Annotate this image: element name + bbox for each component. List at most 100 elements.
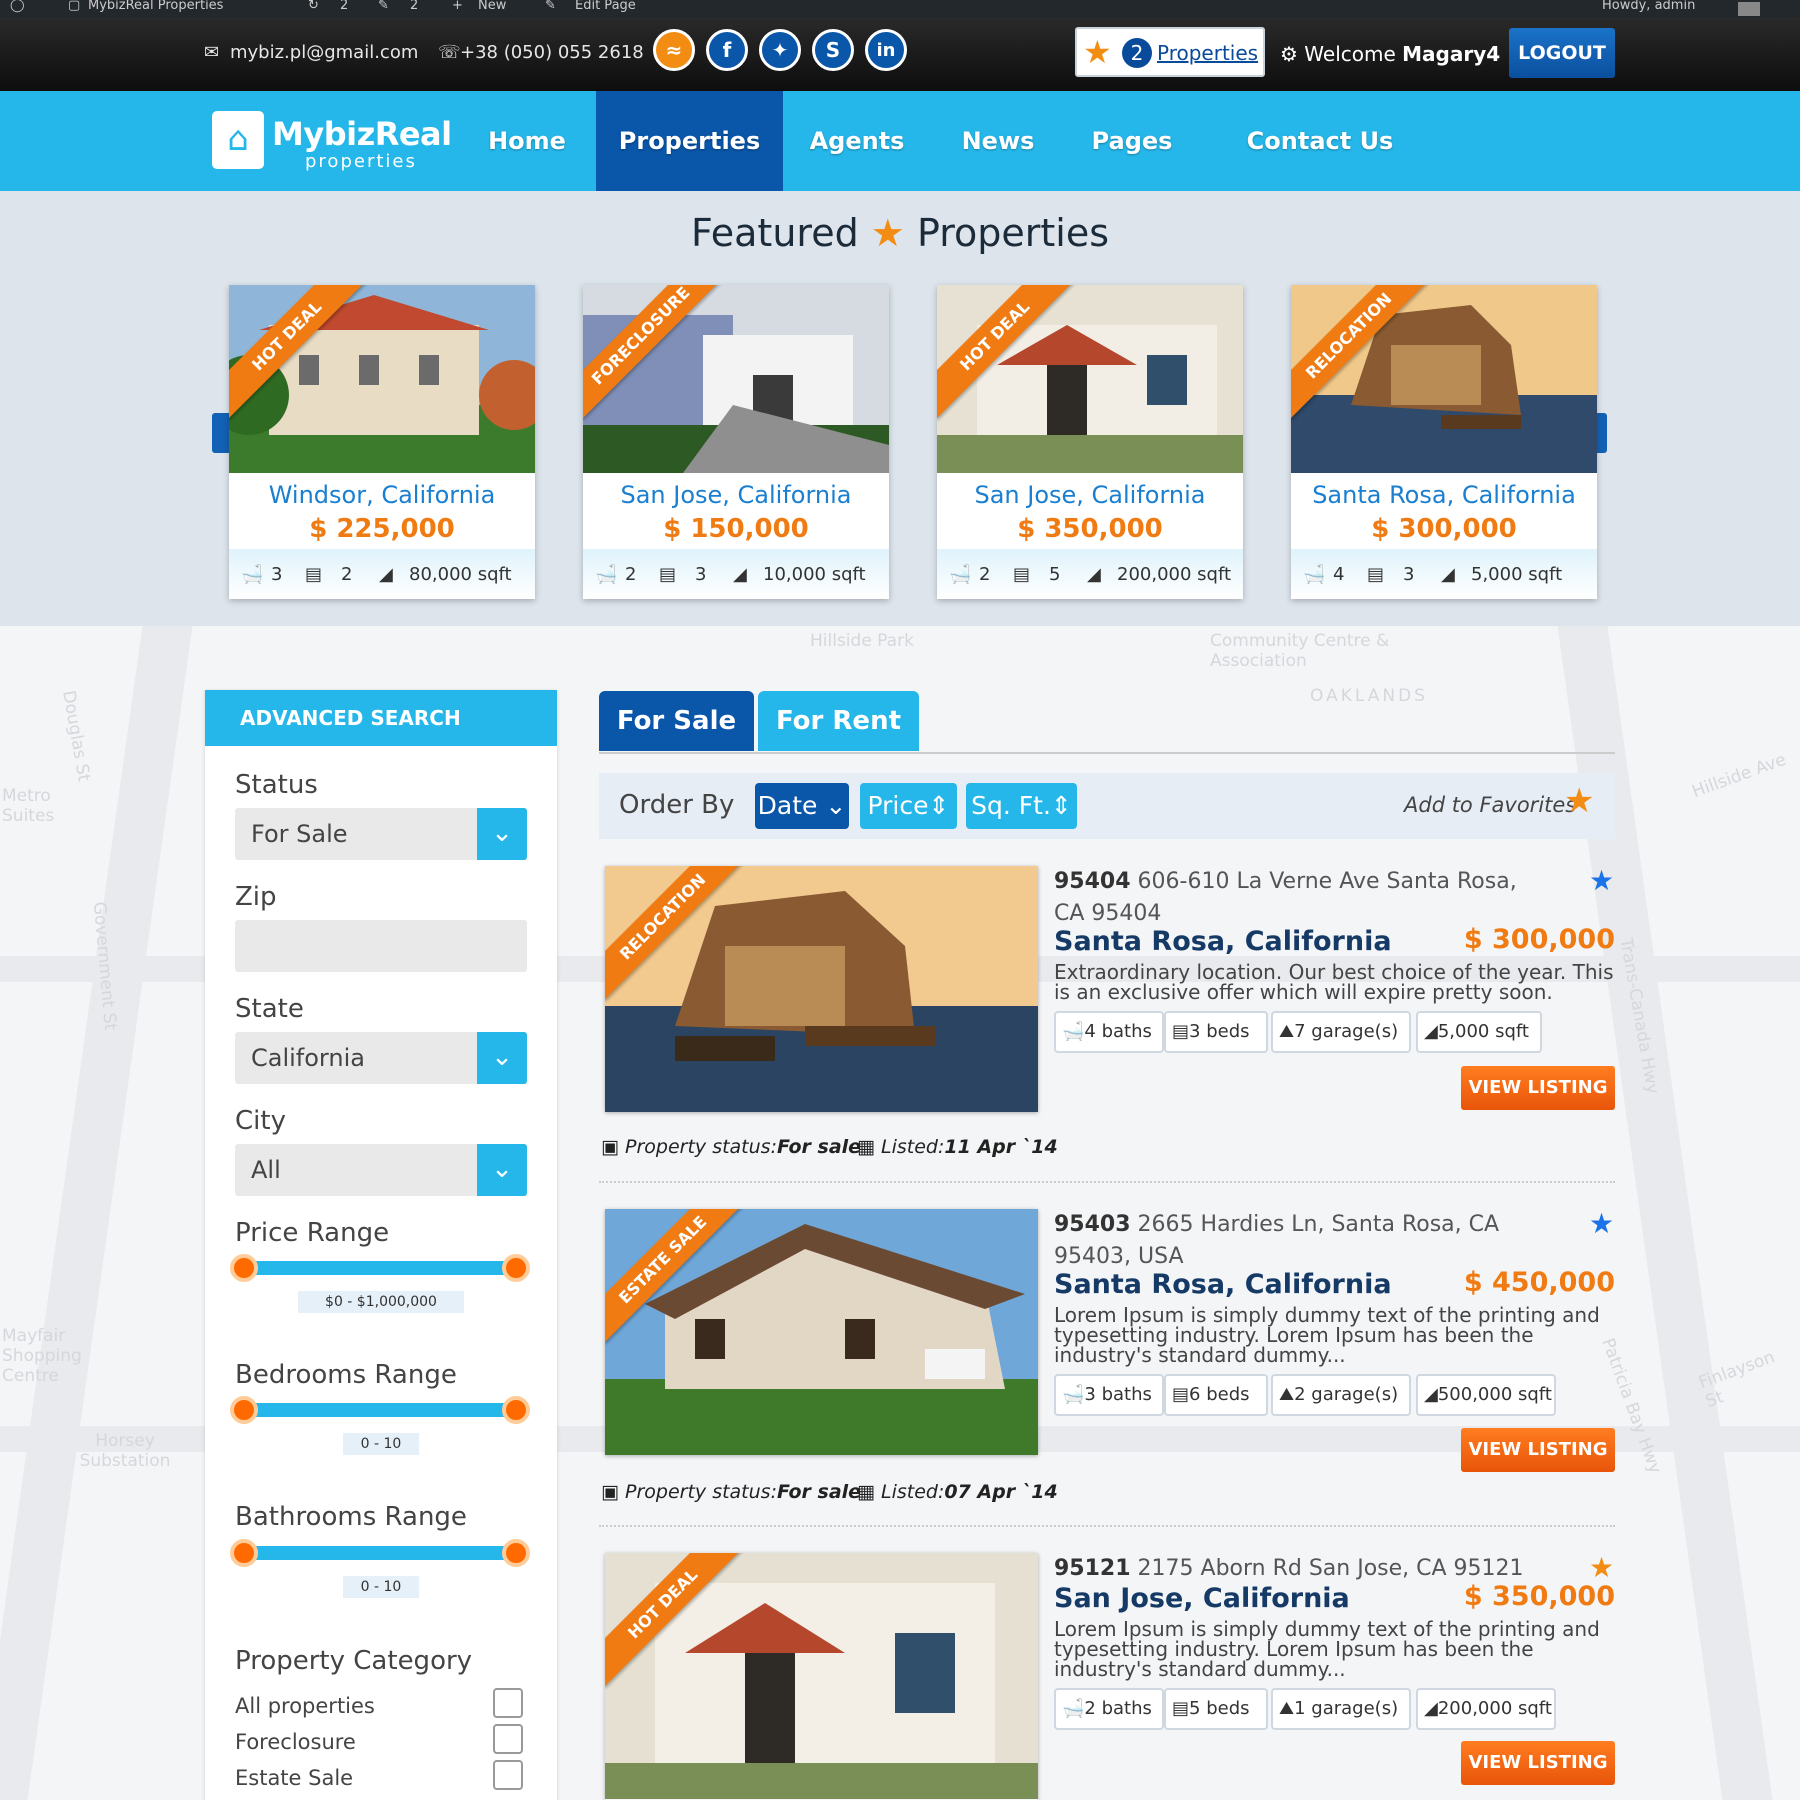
listing-city[interactable]: Santa Rosa, California (1054, 926, 1392, 957)
add-to-favorites[interactable]: Add to Favorites ★ (1404, 781, 1594, 821)
linkedin-icon[interactable]: in (865, 29, 907, 71)
nav-pages[interactable]: Pages (1082, 91, 1182, 191)
favorite-star-icon[interactable]: ★ (1589, 864, 1614, 897)
card-city[interactable]: Santa Rosa, California (1291, 481, 1597, 509)
category-checkbox[interactable] (493, 1688, 523, 1718)
category-checkbox[interactable] (493, 1760, 523, 1790)
baths-value: 4 baths (1084, 1021, 1152, 1042)
admin-howdy[interactable]: Howdy, admin (1602, 0, 1695, 13)
feature-garages: ⛰7 garage(s) (1271, 1011, 1411, 1053)
bookmark-icon: ▣ (601, 1136, 619, 1158)
card-city[interactable]: San Jose, California (583, 481, 889, 509)
gear-icon[interactable]: ⚙ (1280, 42, 1298, 66)
status-select[interactable]: For Sale ⌄ (235, 808, 527, 860)
tab-for-rent[interactable]: For Rent (758, 691, 919, 751)
site-logo[interactable]: ⌂ MybizReal properties (210, 109, 452, 179)
listing-separator (599, 1525, 1615, 1527)
facebook-icon[interactable]: f (706, 29, 748, 71)
slider-min-handle[interactable] (230, 1539, 258, 1567)
city-label: City (235, 1106, 286, 1136)
price-range-slider[interactable] (230, 1254, 530, 1282)
property-photo[interactable]: HOT DEAL (937, 285, 1243, 473)
card-city[interactable]: San Jose, California (937, 481, 1243, 509)
main-nav: ⌂ MybizReal properties Home Properties A… (0, 91, 1800, 191)
listing-price: $ 300,000 (1463, 924, 1615, 955)
price-range-value: $0 - $1,000,000 (298, 1291, 464, 1313)
property-photo[interactable]: RELOCATION (605, 866, 1038, 1112)
slider-max-handle[interactable] (502, 1396, 530, 1424)
tabs-divider (599, 752, 1615, 754)
sort-date-button[interactable]: Date ⌄ (755, 783, 849, 829)
favorites-link[interactable]: Properties (1157, 41, 1258, 65)
slider-max-handle[interactable] (502, 1539, 530, 1567)
bath-icon: 🛁 (949, 564, 972, 585)
nav-news[interactable]: News (946, 91, 1050, 191)
card-price: $ 225,000 (309, 514, 455, 544)
category-label: All properties (235, 1694, 375, 1718)
listing-city[interactable]: Santa Rosa, California (1054, 1269, 1392, 1300)
admin-site-name[interactable]: MybizReal Properties (88, 0, 223, 13)
chevron-down-icon[interactable]: ⌄ (477, 1032, 527, 1084)
favorite-star-icon[interactable]: ★ (1589, 1207, 1614, 1240)
category-checkbox[interactable] (493, 1724, 523, 1754)
slider-min-handle[interactable] (230, 1396, 258, 1424)
card-beds: 3 (695, 564, 707, 585)
rss-icon[interactable]: ≈ (653, 29, 695, 71)
admin-new[interactable]: New (478, 0, 506, 13)
admin-updates-count[interactable]: 2 (340, 0, 348, 13)
sort-price-button[interactable]: Price⇕ (860, 783, 957, 829)
avatar[interactable] (1738, 2, 1760, 16)
view-listing-button[interactable]: VIEW LISTING (1461, 1428, 1615, 1472)
bedrooms-range-label: Bedrooms Range (235, 1360, 457, 1390)
property-photo[interactable]: ESTATE SALE (605, 1209, 1038, 1455)
category-label: Foreclosure (235, 1730, 356, 1754)
featured-card[interactable]: HOT DEAL San Jose, California $ 350,000 … (937, 285, 1243, 599)
zip-input[interactable] (235, 920, 527, 972)
contact-phone: +38 (050) 055 2618 (460, 42, 644, 63)
bedrooms-range-slider[interactable] (230, 1396, 530, 1424)
tab-for-sale[interactable]: For Sale (599, 691, 754, 751)
listing-description: Extraordinary location. Our best choice … (1054, 960, 1614, 1004)
contact-email[interactable]: mybiz.pl@gmail.com (230, 42, 418, 63)
favorites-count: 2 (1122, 38, 1152, 68)
logout-button[interactable]: LOGOUT (1509, 28, 1615, 78)
bathrooms-range-slider[interactable] (230, 1539, 530, 1567)
nav-home[interactable]: Home (466, 91, 588, 191)
nav-properties[interactable]: Properties (596, 91, 783, 191)
property-photo[interactable]: HOT DEAL (605, 1553, 1038, 1800)
property-photo[interactable]: HOT DEAL (229, 285, 535, 473)
nav-contact-us[interactable]: Contact Us (1225, 91, 1415, 191)
featured-card[interactable]: HOT DEAL Windsor, California $ 225,000 🛁… (229, 285, 535, 599)
city-select[interactable]: All ⌄ (235, 1144, 527, 1196)
property-photo[interactable]: RELOCATION (1291, 285, 1597, 473)
admin-edit-page[interactable]: Edit Page (575, 0, 636, 13)
admin-comments-count[interactable]: 2 (410, 0, 418, 13)
chevron-down-icon[interactable]: ⌄ (477, 808, 527, 860)
twitter-icon[interactable]: ✦ (759, 29, 801, 71)
slider-min-handle[interactable] (230, 1254, 258, 1282)
nav-agents[interactable]: Agents (800, 91, 914, 191)
featured-card[interactable]: FORECLOSURE San Jose, California $ 150,0… (583, 285, 889, 599)
status-label: Property status: (625, 1481, 777, 1503)
bath-icon: 🛁 (241, 564, 264, 585)
listing-city[interactable]: San Jose, California (1054, 1583, 1350, 1614)
wordpress-icon[interactable]: ◯ (10, 0, 25, 13)
view-listing-button[interactable]: VIEW LISTING (1461, 1741, 1615, 1785)
favorites-box[interactable]: ★ 2 Properties (1075, 27, 1265, 77)
slider-max-handle[interactable] (502, 1254, 530, 1282)
add-to-favorites-label: Add to Favorites (1404, 793, 1577, 817)
favorite-star-icon[interactable]: ★ (1589, 1551, 1614, 1584)
card-baths: 2 (625, 564, 637, 585)
view-listing-button[interactable]: VIEW LISTING (1461, 1066, 1615, 1110)
state-select[interactable]: California ⌄ (235, 1032, 527, 1084)
property-photo[interactable]: FORECLOSURE (583, 285, 889, 473)
card-city[interactable]: Windsor, California (229, 481, 535, 509)
listing-description: Lorem Ipsum is simply dummy text of the … (1054, 1303, 1600, 1367)
featured-card[interactable]: RELOCATION Santa Rosa, California $ 300,… (1291, 285, 1597, 599)
chevron-down-icon[interactable]: ⌄ (477, 1144, 527, 1196)
property-status: ▣ Property status:For sale (601, 1481, 861, 1503)
top-bar: ✉ mybiz.pl@gmail.com ☏ +38 (050) 055 261… (0, 18, 1800, 91)
skype-icon[interactable]: S (812, 29, 854, 71)
sort-sqft-button[interactable]: Sq. Ft.⇕ (966, 783, 1077, 829)
bath-icon: 🛁 (1062, 1384, 1085, 1405)
